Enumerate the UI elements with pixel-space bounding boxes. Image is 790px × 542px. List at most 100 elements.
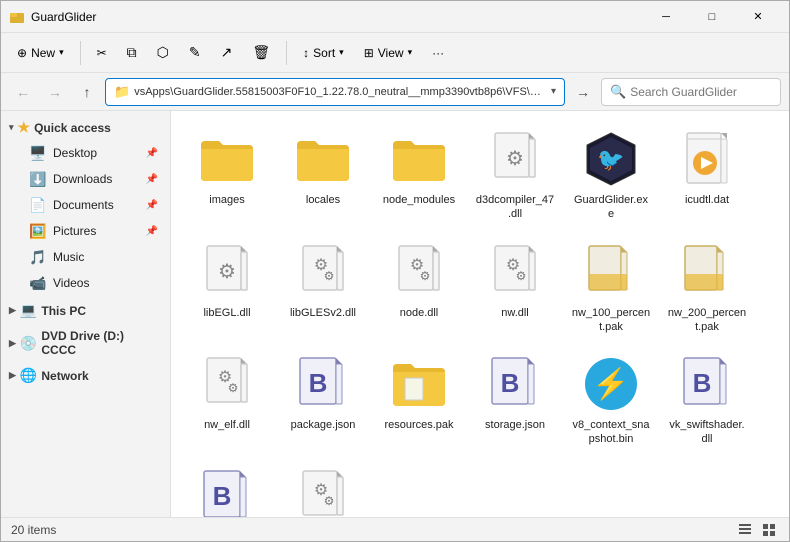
dvd-section: ▶ 💿 DVD Drive (D:) CCCC [1, 325, 170, 361]
lightning-icon: ⚡ [581, 354, 641, 414]
svg-text:⚙: ⚙ [420, 269, 431, 283]
share-button[interactable]: ↗ [213, 40, 241, 65]
file-label: nw_elf.dll [204, 418, 250, 432]
more-button[interactable]: ··· [424, 42, 452, 64]
sort-icon: ↕ [303, 46, 309, 60]
new-chevron: ▾ [59, 47, 64, 58]
json-b3-icon: B [677, 354, 737, 414]
quick-access-header[interactable]: ▾ ★ Quick access [1, 115, 170, 140]
list-item[interactable]: 🐦 GuardGlider.exe [567, 123, 655, 228]
list-item[interactable]: resources.pak [375, 348, 463, 453]
search-input[interactable] [630, 85, 772, 99]
list-item[interactable]: B vk_swiftshader.dll [663, 348, 751, 453]
list-item[interactable]: B storage.json [471, 348, 559, 453]
grid-view-button[interactable] [759, 520, 779, 540]
list-item[interactable]: ⚙ ⚙ nw_elf.dll [183, 348, 271, 453]
network-chevron: ▶ [9, 370, 16, 381]
dll-gear-icon: ⚙ ⚙ [197, 354, 257, 414]
network-header[interactable]: ▶ 🌐 Network [1, 363, 170, 388]
sidebar-item-desktop[interactable]: 🖥️ Desktop 📌 [5, 140, 166, 166]
rename-button[interactable]: ✎ [181, 40, 209, 65]
minimize-button[interactable]: ─ [643, 1, 689, 33]
sidebar-item-downloads[interactable]: ⬇️ Downloads 📌 [5, 166, 166, 192]
music-label: Music [53, 250, 84, 264]
list-item[interactable]: nw_100_percent.pak [567, 236, 655, 341]
list-item[interactable]: ⚙ libEGL.dll [183, 236, 271, 341]
dvd-label: DVD Drive (D:) CCCC [41, 329, 162, 357]
svg-text:⚙: ⚙ [324, 269, 335, 283]
desktop-pin: 📌 [146, 148, 158, 159]
list-item[interactable]: images [183, 123, 271, 228]
file-grid: images locales node_modules [183, 123, 777, 517]
music-icon: 🎵 [29, 248, 47, 266]
copy-icon: ⧉ [127, 44, 137, 61]
list-item[interactable]: ⚙ ⚙ nw.dll [471, 236, 559, 341]
search-icon: 🔍 [610, 84, 626, 100]
back-button[interactable]: ← [9, 78, 37, 106]
sort-button[interactable]: ↕ Sort ▾ [295, 42, 352, 64]
search-box: 🔍 [601, 78, 781, 106]
up-button[interactable]: ↑ [73, 78, 101, 106]
file-label: libEGL.dll [203, 306, 250, 320]
app-icon [9, 9, 25, 25]
list-item[interactable]: ⚙ d3dcompiler_47.dll [471, 123, 559, 228]
go-button[interactable]: → [569, 78, 597, 106]
list-item[interactable]: B vk_swiftshader_icd.json [183, 461, 271, 517]
file-label: nw.dll [501, 306, 529, 320]
toolbar-separator [80, 41, 81, 65]
new-label: New [31, 46, 55, 60]
list-item[interactable]: ⚙ ⚙ node.dll [375, 236, 463, 341]
new-icon: ⊕ [17, 46, 27, 60]
main-area: ▾ ★ Quick access 🖥️ Desktop 📌 ⬇️ Downloa… [1, 111, 789, 517]
list-item[interactable]: ⚙ ⚙ libGLESv2.dll [279, 236, 367, 341]
svg-text:B: B [501, 368, 520, 398]
sidebar-item-pictures[interactable]: 🖼️ Pictures 📌 [5, 218, 166, 244]
list-item[interactable]: locales [279, 123, 367, 228]
address-input[interactable]: 📁 vsApps\GuardGlider.55815003F0F10_1.22.… [105, 78, 565, 106]
downloads-icon: ⬇️ [29, 170, 47, 188]
sidebar-item-documents[interactable]: 📄 Documents 📌 [5, 192, 166, 218]
quick-access-chevron: ▾ [9, 122, 14, 133]
file-label: package.json [291, 418, 356, 432]
pictures-pin: 📌 [146, 226, 158, 237]
new-button[interactable]: ⊕ New ▾ [9, 42, 72, 64]
thispc-icon: 💻 [20, 302, 37, 319]
delete-button[interactable]: 🗑 [244, 40, 278, 65]
paste-button[interactable]: ⬡ [149, 40, 177, 65]
view-button[interactable]: ⊞ View ▾ [356, 42, 420, 64]
list-item[interactable]: node_modules [375, 123, 463, 228]
maximize-button[interactable]: □ [689, 1, 735, 33]
copy-button[interactable]: ⧉ [119, 40, 145, 65]
quick-access-label: Quick access [34, 121, 111, 135]
window-controls: ─ □ ✕ [643, 1, 781, 33]
thispc-chevron: ▶ [9, 305, 16, 316]
sidebar-item-videos[interactable]: 📹 Videos [5, 270, 166, 296]
thispc-label: This PC [41, 304, 86, 318]
cut-button[interactable]: ✂ [89, 42, 115, 64]
list-item[interactable]: B package.json [279, 348, 367, 453]
file-label: vk_swiftshader.dll [667, 418, 747, 447]
svg-text:⚙: ⚙ [506, 148, 524, 170]
svg-text:⚙: ⚙ [516, 269, 527, 283]
list-item[interactable]: ⚡ v8_context_snapshot.bin [567, 348, 655, 453]
share-icon: ↗ [221, 44, 233, 61]
sort-label: Sort [313, 46, 335, 60]
documents-pin: 📌 [146, 200, 158, 211]
list-item[interactable]: nw_200_percent.pak [663, 236, 751, 341]
forward-button[interactable]: → [41, 78, 69, 106]
view-icon: ⊞ [364, 46, 374, 60]
list-item[interactable]: icudtl.dat [663, 123, 751, 228]
dll-gear-icon: ⚙ ⚙ [485, 242, 545, 302]
dvd-header[interactable]: ▶ 💿 DVD Drive (D:) CCCC [1, 325, 170, 361]
list-item[interactable]: ⚙ ⚙ vulkan-1.dll [279, 461, 367, 517]
close-button[interactable]: ✕ [735, 1, 781, 33]
file-label: node.dll [400, 306, 439, 320]
thispc-header[interactable]: ▶ 💻 This PC [1, 298, 170, 323]
list-view-button[interactable] [735, 520, 755, 540]
folder-icon [389, 129, 449, 189]
dll-icon: ⚙ [485, 129, 545, 189]
sidebar-item-music[interactable]: 🎵 Music [5, 244, 166, 270]
view-chevron: ▾ [408, 47, 413, 58]
desktop-icon: 🖥️ [29, 144, 47, 162]
pictures-label: Pictures [53, 224, 96, 238]
